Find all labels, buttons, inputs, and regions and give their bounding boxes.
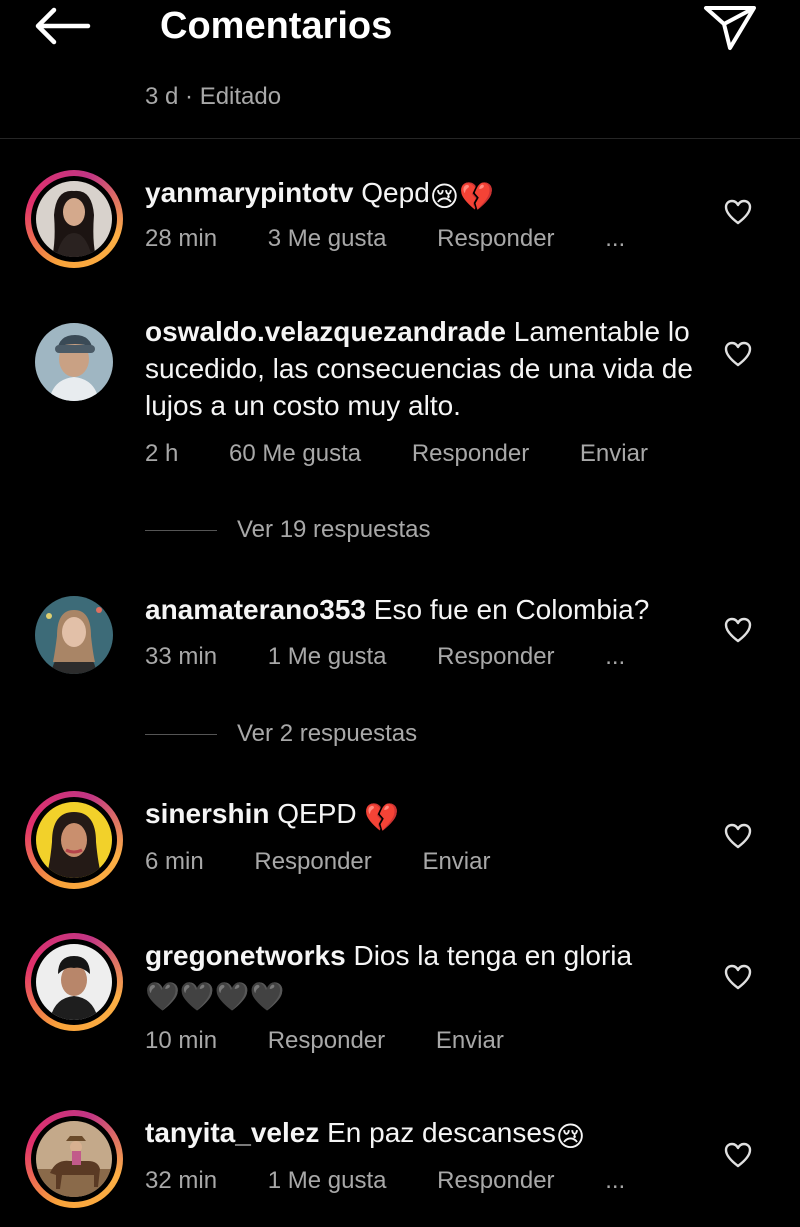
comment-body: En paz descanses xyxy=(327,1117,556,1148)
divider xyxy=(145,530,217,532)
view-replies-label[interactable]: Ver 2 respuestas xyxy=(237,720,417,747)
emoji: 🖤🖤🖤🖤 xyxy=(145,981,285,1012)
view-replies-label[interactable]: Ver 19 respuestas xyxy=(237,516,430,543)
reply-button[interactable]: Responder xyxy=(254,848,371,876)
comment-text: gregonetworks Dios la tenga en gloria 🖤🖤… xyxy=(145,937,705,1015)
more-options-button[interactable]: ... xyxy=(605,643,625,671)
avatar[interactable] xyxy=(25,933,123,1031)
reply-button[interactable]: Responder xyxy=(268,1027,385,1055)
comment-actions: 6 min Responder Enviar xyxy=(145,848,534,876)
post-meta: 3 d · Editado xyxy=(145,83,282,110)
reply-button[interactable]: Responder xyxy=(437,1167,554,1195)
send-button[interactable]: Enviar xyxy=(580,440,648,468)
likes-count[interactable]: 60 Me gusta xyxy=(229,440,361,468)
comment-username[interactable]: oswaldo.velazquezandrade xyxy=(145,316,506,347)
comment-username[interactable]: gregonetworks xyxy=(145,940,346,971)
comment-body: Eso fue en Colombia? xyxy=(373,594,650,625)
page-title: Comentarios xyxy=(160,5,393,47)
paper-plane-icon[interactable] xyxy=(700,2,760,52)
comment-body: Qepd xyxy=(361,177,430,208)
comment-time: 2 h xyxy=(145,440,179,467)
reply-button[interactable]: Responder xyxy=(412,440,529,468)
comment-text: yanmarypintotv Qepd😢💔 xyxy=(145,174,705,215)
heart-outline-icon[interactable] xyxy=(724,964,752,990)
comment-time: 6 min xyxy=(145,848,204,875)
comment-text: sinershin QEPD 💔 xyxy=(145,795,705,836)
comment-body: QEPD xyxy=(277,798,357,829)
comment-username[interactable]: yanmarypintotv xyxy=(145,177,354,208)
reply-button[interactable]: Responder xyxy=(437,225,554,253)
header: Comentarios 3 d · Editado xyxy=(0,0,800,138)
view-replies-button[interactable]: Ver 19 respuestas xyxy=(145,516,430,544)
comment-actions: 2 h 60 Me gusta Responder Enviar xyxy=(145,440,692,468)
heart-outline-icon[interactable] xyxy=(724,1142,752,1168)
send-button[interactable]: Enviar xyxy=(422,848,490,876)
comment-actions: 33 min 1 Me gusta Responder ... xyxy=(145,643,669,671)
emoji: 💔 xyxy=(364,802,400,833)
more-options-button[interactable]: ... xyxy=(605,225,625,253)
heart-outline-icon[interactable] xyxy=(724,823,752,849)
avatar[interactable] xyxy=(25,170,123,268)
avatar[interactable] xyxy=(25,791,123,889)
emoji: 😢 xyxy=(555,1121,586,1152)
comment-username[interactable]: tanyita_velez xyxy=(145,1117,319,1148)
comment-username[interactable]: anamaterano353 xyxy=(145,594,366,625)
comment-actions: 32 min 1 Me gusta Responder ... xyxy=(145,1167,669,1195)
emoji: 😢💔 xyxy=(429,181,494,212)
likes-count[interactable]: 1 Me gusta xyxy=(268,1167,387,1195)
comment-time: 32 min xyxy=(145,1167,218,1194)
arrow-left-icon[interactable] xyxy=(30,4,94,48)
divider xyxy=(0,138,800,139)
comment-text: anamaterano353 Eso fue en Colombia? xyxy=(145,591,705,628)
view-replies-button[interactable]: Ver 2 respuestas xyxy=(145,720,417,748)
divider xyxy=(145,734,217,736)
comment-text: tanyita_velez En paz descanses😢 xyxy=(145,1114,705,1155)
reply-button[interactable]: Responder xyxy=(437,643,554,671)
heart-outline-icon[interactable] xyxy=(724,617,752,643)
comment-time: 10 min xyxy=(145,1027,218,1054)
likes-count[interactable]: 1 Me gusta xyxy=(268,643,387,671)
comment-text: oswaldo.velazquezandrade Lamentable lo s… xyxy=(145,313,705,424)
heart-outline-icon[interactable] xyxy=(724,199,752,225)
likes-count[interactable]: 3 Me gusta xyxy=(268,225,387,253)
heart-outline-icon[interactable] xyxy=(724,341,752,367)
avatar[interactable] xyxy=(25,313,123,411)
avatar[interactable] xyxy=(25,586,123,684)
comment-username[interactable]: sinershin xyxy=(145,798,269,829)
more-options-button[interactable]: ... xyxy=(605,1167,625,1195)
comment-actions: 28 min 3 Me gusta Responder ... xyxy=(145,225,669,253)
comment-body: Dios la tenga en gloria xyxy=(353,940,633,971)
comment-time: 28 min xyxy=(145,225,218,252)
comment-actions: 10 min Responder Enviar xyxy=(145,1027,548,1055)
comment-time: 33 min xyxy=(145,643,218,670)
send-button[interactable]: Enviar xyxy=(436,1027,504,1055)
avatar[interactable] xyxy=(25,1110,123,1208)
